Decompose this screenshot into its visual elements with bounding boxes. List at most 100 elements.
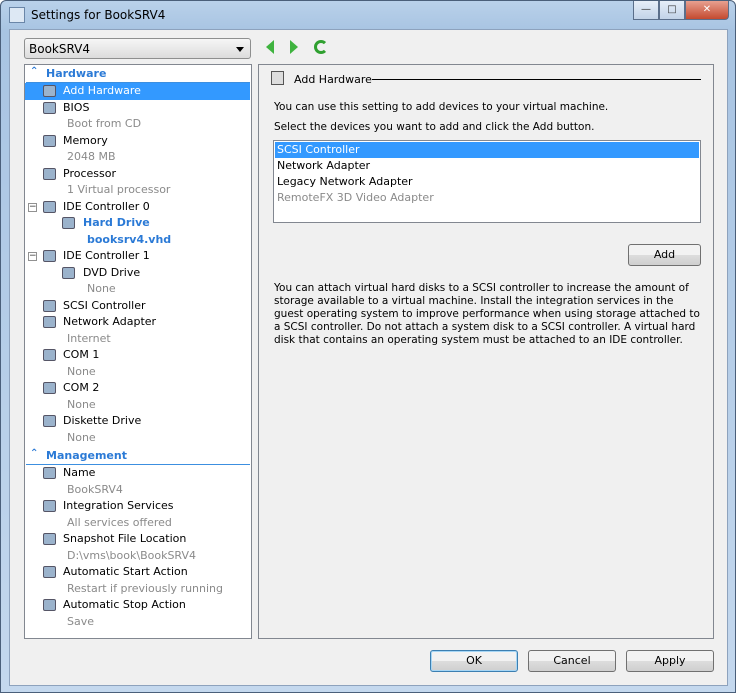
tree-item[interactable]: Network Adapter: [25, 314, 251, 331]
tree-item[interactable]: COM 1: [25, 347, 251, 364]
tree-item-label: Processor: [63, 166, 116, 180]
previous-arrow-icon[interactable]: [266, 40, 274, 54]
tree-item-detail: booksrv4.vhd: [87, 232, 172, 246]
settings-tree: ⌃ Hardware Add Hardware BIOS Boot from CD Mem…: [24, 64, 252, 639]
cancel-button[interactable]: Cancel: [528, 650, 616, 672]
scsi-controller-icon: [43, 299, 56, 312]
refresh-icon[interactable]: [314, 40, 328, 54]
device-list-item[interactable]: Network Adapter: [275, 158, 699, 174]
tree-item-label: IDE Controller 1: [63, 249, 150, 262]
snapshot-folder-icon: [43, 533, 56, 545]
tree-item[interactable]: Hard Drive: [25, 215, 251, 232]
next-arrow-icon[interactable]: [290, 40, 298, 54]
settings-app-icon: [9, 7, 25, 23]
close-button[interactable]: ✕: [685, 1, 729, 20]
tree-item-detail: None: [67, 397, 96, 411]
com-port-icon: [43, 382, 56, 394]
stop-action-icon: [43, 599, 56, 611]
add-button[interactable]: Add: [628, 244, 701, 266]
tree-item-detail: BookSRV4: [67, 482, 123, 496]
collapse-chevron-icon[interactable]: ⌃: [30, 448, 38, 459]
scsi-description: You can attach virtual hard disks to a S…: [274, 282, 700, 346]
tree-item[interactable]: − IDE Controller 1: [25, 248, 251, 265]
device-list-item: RemoteFX 3D Video Adapter: [277, 191, 434, 204]
tree-item-label: Add Hardware: [63, 84, 141, 97]
com-port-icon: [43, 349, 56, 361]
tree-item[interactable]: BIOS: [25, 100, 251, 117]
add-hardware-icon: [43, 85, 56, 97]
tree-item-label: Snapshot File Location: [63, 532, 187, 545]
tree-item-detail: 1 Virtual processor: [67, 183, 171, 196]
tree-item[interactable]: DVD Drive: [25, 265, 251, 282]
tree-item-label: Name: [63, 466, 96, 479]
name-icon: [43, 467, 56, 479]
device-list-item[interactable]: SCSI Controller: [275, 142, 699, 158]
device-list-item[interactable]: Legacy Network Adapter: [275, 174, 699, 190]
processor-icon: [43, 167, 56, 180]
tree-item-detail: None: [87, 282, 116, 295]
title-divider: [372, 79, 701, 80]
section-header-management[interactable]: ⌃ Management: [26, 447, 250, 465]
memory-icon: [43, 134, 56, 147]
add-hardware-panel: Add Hardware You can use this setting to…: [258, 64, 714, 639]
hard-drive-icon: [62, 217, 75, 229]
tree-item-label: Hard Drive: [83, 216, 150, 229]
tree-item[interactable]: Memory: [25, 133, 251, 150]
tree-item[interactable]: Name: [25, 465, 251, 482]
vm-select[interactable]: BookSRV4: [24, 38, 251, 59]
start-action-icon: [43, 566, 56, 578]
tree-item[interactable]: Integration Services: [25, 498, 251, 515]
collapse-chevron-icon[interactable]: ⌃: [30, 66, 38, 77]
settings-window: Settings for BookSRV4 — □ ✕ BookSRV4 ⌃ Ha…: [0, 0, 736, 693]
tree-item-label: COM 2: [63, 381, 100, 394]
tree-item-detail: Boot from CD: [67, 117, 142, 130]
chevron-down-icon: [236, 47, 244, 52]
tree-item-label: Network Adapter: [63, 315, 157, 328]
integration-services-icon: [43, 500, 56, 512]
instruction-text: Select the devices you want to add and c…: [274, 121, 595, 133]
collapse-toggle-icon[interactable]: −: [28, 252, 37, 261]
diskette-icon: [43, 415, 56, 427]
tree-item-label: Diskette Drive: [63, 414, 142, 427]
bios-icon: [43, 101, 56, 114]
tree-item-label: IDE Controller 0: [63, 199, 150, 213]
tree-item-detail: None: [67, 430, 96, 444]
tree-item-label: SCSI Controller: [63, 298, 146, 312]
tree-item[interactable]: SCSI Controller: [25, 298, 251, 315]
tree-item-label: Memory: [63, 133, 108, 147]
tree-item[interactable]: COM 2: [25, 380, 251, 397]
ok-button[interactable]: OK: [430, 650, 518, 672]
section-header-hardware[interactable]: ⌃ Hardware: [26, 65, 250, 83]
tree-item[interactable]: Automatic Stop Action: [25, 597, 251, 614]
tree-item-label: Automatic Start Action: [63, 565, 188, 578]
tree-item[interactable]: Diskette Drive: [25, 413, 251, 430]
hardware-label: Hardware: [46, 67, 107, 80]
tree-item-detail: None: [67, 364, 96, 378]
tree-item-label: Automatic Stop Action: [63, 598, 186, 611]
tree-item[interactable]: − IDE Controller 0: [25, 199, 251, 216]
tree-item[interactable]: Processor: [25, 166, 251, 183]
tree-item-detail: Internet: [67, 331, 111, 345]
ide-controller-icon: [43, 250, 56, 262]
minimize-button[interactable]: —: [633, 1, 659, 20]
tree-item-detail: Save: [67, 614, 95, 628]
tree-item-label: Integration Services: [63, 499, 174, 512]
device-list[interactable]: SCSI Controller Network Adapter Legacy Net…: [273, 140, 701, 223]
window-title: Settings for BookSRV4: [31, 8, 166, 22]
tree-item-detail: All services offered: [67, 515, 172, 529]
tree-item-detail: 2048 MB: [67, 150, 116, 163]
management-label: Management: [46, 449, 127, 462]
tree-item-label: COM 1: [63, 348, 100, 361]
apply-button[interactable]: Apply: [626, 650, 714, 672]
panel-title: Add Hardware: [294, 73, 372, 86]
tree-item-detail: D:\vms\book\BookSRV4: [67, 548, 196, 562]
tree-item[interactable]: Snapshot File Location: [25, 531, 251, 548]
client-area: BookSRV4 ⌃ Hardware Add Hardware BIOS Boot f…: [9, 29, 728, 686]
collapse-toggle-icon[interactable]: −: [28, 202, 37, 212]
dvd-drive-icon: [62, 266, 75, 279]
tree-item[interactable]: Add Hardware: [25, 83, 250, 100]
maximize-button[interactable]: □: [659, 1, 685, 20]
intro-text: You can use this setting to add devices …: [274, 101, 609, 113]
ide-controller-icon: [43, 200, 56, 213]
tree-item[interactable]: Automatic Start Action: [25, 564, 251, 581]
